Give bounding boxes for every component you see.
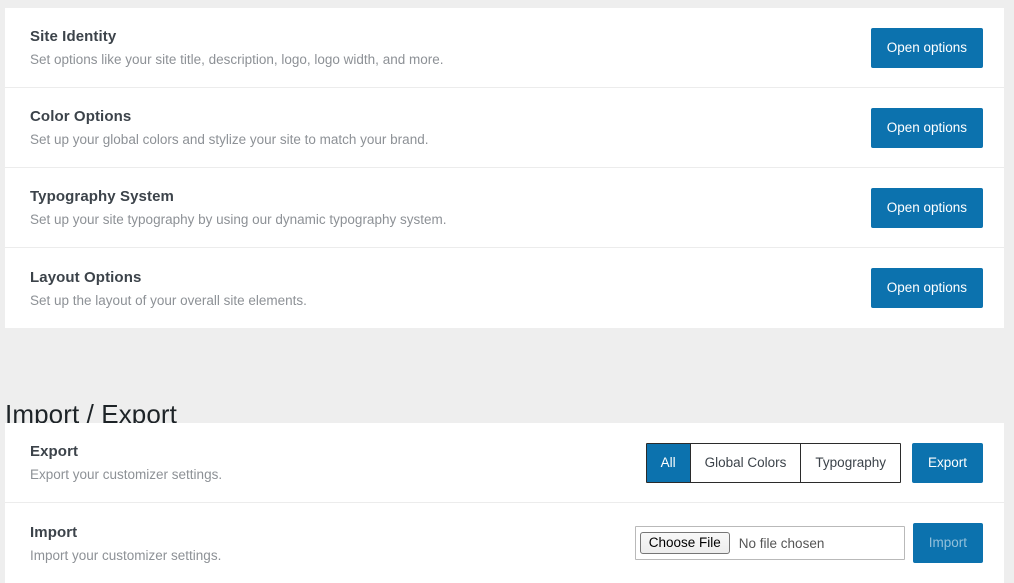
export-scope-global-colors[interactable]: Global Colors: [690, 443, 802, 482]
open-options-button-color-options[interactable]: Open options: [870, 107, 983, 148]
option-title: Site Identity: [30, 28, 117, 45]
export-scope-typography[interactable]: Typography: [801, 443, 900, 482]
open-options-button-layout-options[interactable]: Open options: [870, 268, 983, 308]
export-description: Export your customizer settings.: [30, 467, 223, 482]
option-description: Set options like your site title, descri…: [30, 52, 444, 67]
import-button[interactable]: Import: [912, 523, 983, 563]
import-row: Import Import your customizer settings. …: [5, 503, 1004, 583]
option-row-color-options: Color Options Set up your global colors …: [5, 88, 1004, 168]
selected-file-name: No file chosen: [738, 535, 825, 551]
import-controls: Choose File No file chosen Import: [634, 523, 983, 563]
export-button[interactable]: Export: [911, 442, 983, 483]
theme-options-card: Site Identity Set options like your site…: [5, 8, 1004, 328]
option-title: Layout Options: [30, 268, 142, 286]
import-description: Import your customizer settings.: [30, 547, 222, 563]
option-row-text: Site Identity Set options like your site…: [30, 27, 443, 68]
customizer-settings-page: Site Identity Set options like your site…: [0, 0, 1014, 583]
choose-file-button[interactable]: Choose File: [639, 532, 730, 554]
export-row: Export Export your customizer settings. …: [5, 423, 1004, 503]
option-row-text: Layout Options Set up the layout of your…: [30, 268, 307, 309]
import-row-text: Import Import your customizer settings.: [30, 523, 221, 564]
export-row-text: Export Export your customizer settings.: [30, 442, 222, 483]
import-export-card: Export Export your customizer settings. …: [5, 423, 1004, 583]
option-title: Color Options: [30, 108, 132, 125]
option-title: Typography System: [30, 188, 174, 205]
option-description: Set up your site typography by using our…: [30, 212, 447, 227]
option-row-text: Color Options Set up your global colors …: [30, 107, 428, 148]
option-description: Set up the layout of your overall site e…: [30, 292, 307, 308]
import-file-input[interactable]: Choose File No file chosen: [634, 526, 905, 560]
export-title: Export: [30, 443, 79, 460]
import-title: Import: [30, 523, 78, 541]
open-options-button-typography-system[interactable]: Open options: [870, 187, 983, 228]
export-controls: All Global Colors Typography Export: [645, 442, 983, 483]
export-scope-all[interactable]: All: [646, 443, 691, 482]
option-row-layout-options: Layout Options Set up the layout of your…: [5, 248, 1004, 328]
option-row-text: Typography System Set up your site typog…: [30, 187, 446, 228]
option-row-site-identity: Site Identity Set options like your site…: [5, 8, 1004, 88]
open-options-button-site-identity[interactable]: Open options: [870, 27, 983, 68]
option-row-typography-system: Typography System Set up your site typog…: [5, 168, 1004, 248]
export-scope-segmented-control[interactable]: All Global Colors Typography: [645, 442, 901, 483]
option-description: Set up your global colors and stylize yo…: [30, 132, 429, 147]
